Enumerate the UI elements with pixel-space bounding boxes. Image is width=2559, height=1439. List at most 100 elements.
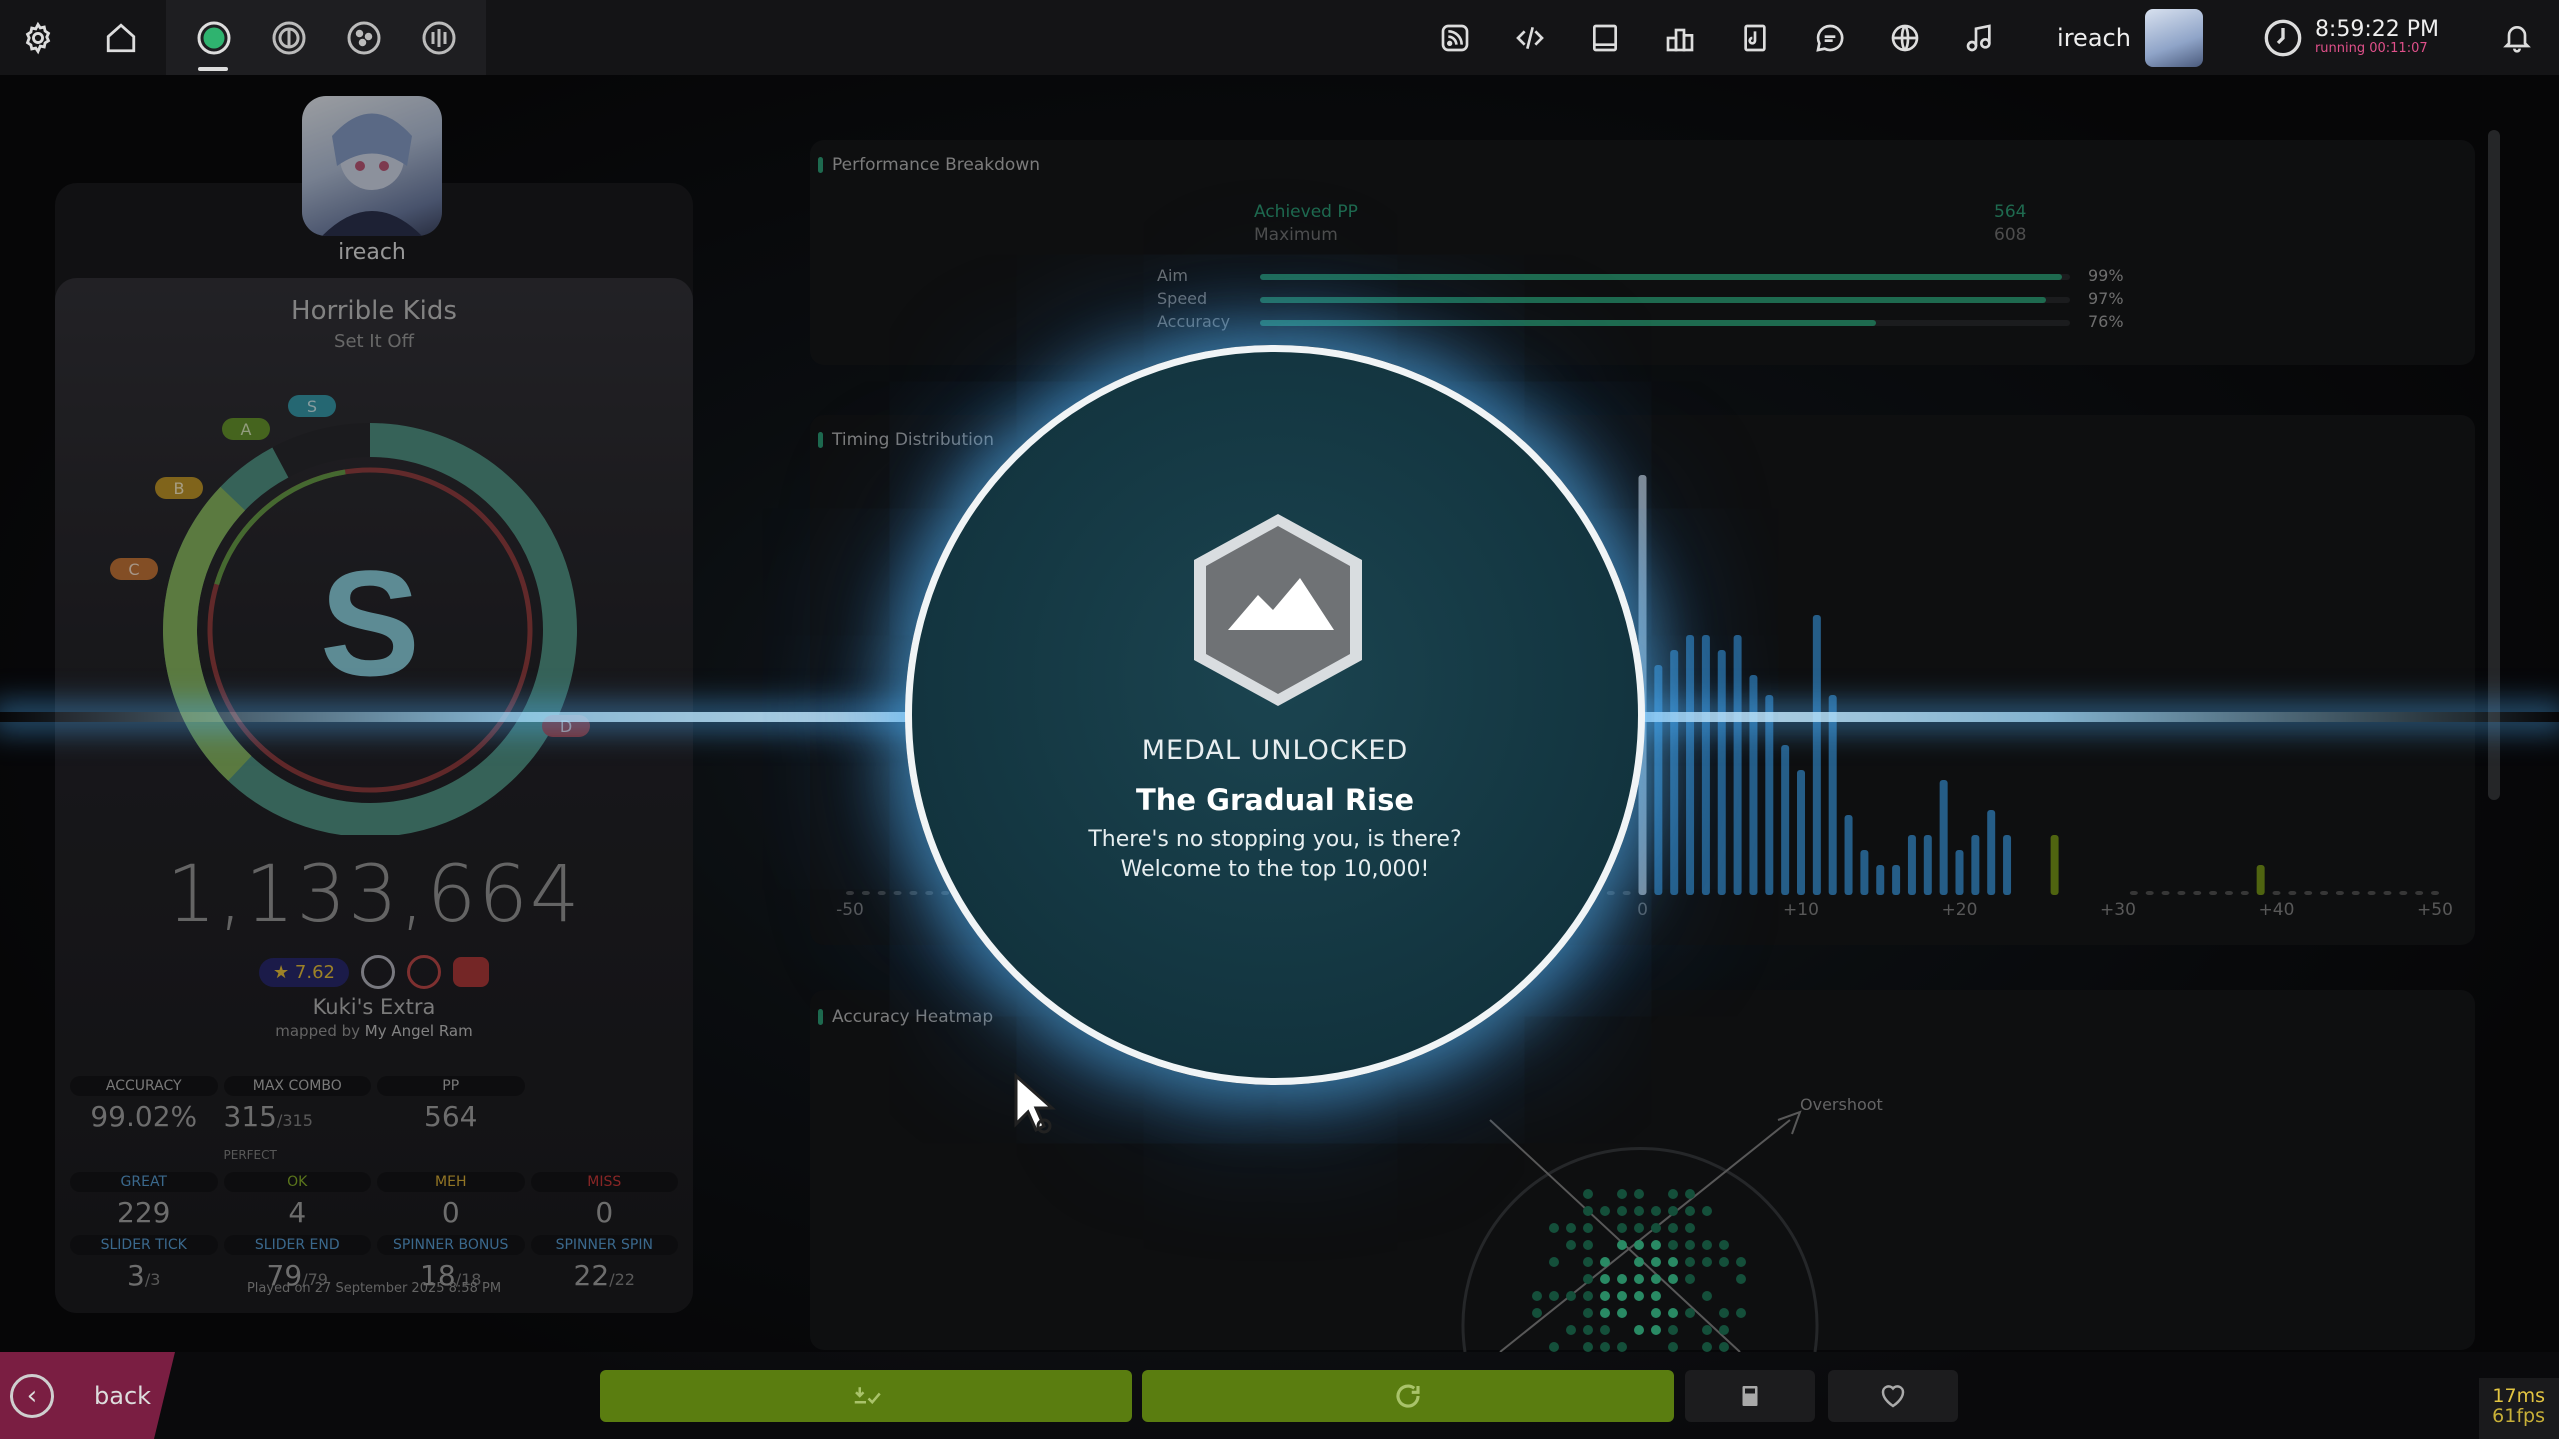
medal-popup[interactable] bbox=[905, 345, 1645, 1085]
refresh-icon bbox=[1393, 1381, 1423, 1411]
medal-name: The Gradual Rise bbox=[905, 783, 1645, 817]
heatmap-dot bbox=[1719, 1257, 1729, 1267]
stat-label: PP bbox=[377, 1076, 525, 1096]
rankings-icon[interactable] bbox=[1642, 0, 1717, 75]
combo-max: /315 bbox=[277, 1111, 313, 1130]
performance-title: Performance Breakdown bbox=[818, 155, 1040, 175]
difficulty-name: Kuki's Extra bbox=[55, 995, 693, 1019]
star-rating: ★ 7.62 bbox=[259, 958, 349, 987]
heatmap-dot bbox=[1702, 1325, 1712, 1335]
save-replay-button[interactable] bbox=[600, 1370, 1132, 1422]
globe-icon[interactable] bbox=[1867, 0, 1942, 75]
heatmap-dot bbox=[1651, 1223, 1661, 1233]
code-icon[interactable] bbox=[1492, 0, 1567, 75]
mapper-name[interactable]: My Angel Ram bbox=[365, 1022, 473, 1040]
stat-value: 564 bbox=[424, 1100, 477, 1133]
heatmap-dot bbox=[1736, 1274, 1746, 1284]
stat-value: 4 bbox=[288, 1196, 306, 1229]
rank-marker-a: A bbox=[241, 420, 252, 439]
timing-bar bbox=[2383, 891, 2391, 895]
clock[interactable]: 8:59:22 PM running 00:11:07 bbox=[2263, 18, 2439, 58]
heatmap-dot bbox=[1651, 1274, 1661, 1284]
heatmap-dot bbox=[1685, 1308, 1695, 1318]
player-avatar[interactable] bbox=[302, 96, 442, 236]
mod-classic-icon[interactable] bbox=[361, 955, 395, 989]
fps: 61fps bbox=[2479, 1406, 2545, 1426]
settings-icon[interactable] bbox=[0, 0, 75, 75]
heatmap-dot bbox=[1719, 1240, 1729, 1250]
heatmap-dot bbox=[1617, 1240, 1627, 1250]
medal-description-line-1: There's no stopping you, is there? bbox=[905, 825, 1645, 855]
mod-hardrock-icon[interactable] bbox=[407, 955, 441, 989]
toolbar-avatar bbox=[2145, 9, 2203, 67]
music-icon[interactable] bbox=[1942, 0, 2017, 75]
timing-bar bbox=[1908, 835, 1916, 895]
user-button[interactable]: ireach bbox=[2057, 9, 2203, 67]
heatmap-dot bbox=[1583, 1240, 1593, 1250]
heatmap-dot bbox=[1583, 1206, 1593, 1216]
latency: 17ms bbox=[2479, 1386, 2545, 1406]
timing-bar bbox=[941, 891, 949, 895]
favourite-button[interactable] bbox=[1828, 1370, 1958, 1422]
home-icon[interactable] bbox=[83, 0, 158, 75]
heatmap-dot bbox=[1702, 1206, 1712, 1216]
rank-grade: S bbox=[320, 539, 420, 707]
mod-doubletime-icon[interactable] bbox=[453, 957, 489, 987]
heatmap-dot bbox=[1600, 1206, 1610, 1216]
heatmap-dot bbox=[1702, 1342, 1712, 1352]
timing-tick-label: 0 bbox=[1637, 900, 1648, 920]
heatmap-dot bbox=[1719, 1342, 1729, 1352]
pp-bar-value: 97% bbox=[2088, 289, 2124, 308]
heatmap-dot bbox=[1702, 1257, 1712, 1267]
heatmap-dot bbox=[1736, 1308, 1746, 1318]
heatmap-dot bbox=[1668, 1240, 1678, 1250]
wiki-icon[interactable] bbox=[1567, 0, 1642, 75]
stat-value: 99.02% bbox=[90, 1100, 197, 1133]
timing-bar bbox=[2225, 891, 2233, 895]
chat-icon[interactable] bbox=[1792, 0, 1867, 75]
stat-label: SLIDER TICK bbox=[70, 1235, 218, 1255]
timing-bar bbox=[2431, 891, 2439, 895]
timing-bar bbox=[1654, 665, 1662, 895]
heatmap-dot bbox=[1685, 1257, 1695, 1267]
ruleset-catch-icon[interactable] bbox=[326, 0, 401, 75]
collection-button[interactable] bbox=[1685, 1370, 1815, 1422]
player-name[interactable]: ireach bbox=[302, 240, 442, 265]
heatmap-dot bbox=[1617, 1206, 1627, 1216]
rank-marker-c: C bbox=[128, 560, 139, 579]
beatmap-listing-icon[interactable] bbox=[1717, 0, 1792, 75]
ruleset-selector bbox=[166, 0, 486, 75]
pp-bar-label: Accuracy bbox=[1157, 312, 1230, 331]
timing-bar bbox=[1623, 891, 1631, 895]
back-button[interactable]: ‹ back bbox=[0, 1352, 175, 1439]
timing-bar bbox=[1797, 770, 1805, 895]
retry-button[interactable] bbox=[1142, 1370, 1674, 1422]
maximum-pp-label: Maximum bbox=[1254, 225, 1338, 245]
timing-bar bbox=[1765, 695, 1773, 895]
stat-value: 315/315 PERFECT bbox=[224, 1100, 372, 1166]
achieved-pp-label: Achieved PP bbox=[1254, 202, 1358, 222]
notifications-icon[interactable] bbox=[2479, 0, 2554, 75]
timing-tick-label: +20 bbox=[1942, 900, 1978, 920]
ruleset-mania-icon[interactable] bbox=[401, 0, 476, 75]
heatmap-dot bbox=[1532, 1308, 1542, 1318]
timing-bar bbox=[1971, 835, 1979, 895]
ruleset-osu-icon[interactable] bbox=[176, 0, 251, 75]
heatmap-dot bbox=[1719, 1325, 1729, 1335]
heatmap-dot bbox=[1651, 1291, 1661, 1301]
timing-bar bbox=[1813, 615, 1821, 895]
news-icon[interactable] bbox=[1417, 0, 1492, 75]
timing-bar bbox=[2415, 891, 2423, 895]
stat-label: OK bbox=[224, 1172, 372, 1192]
heatmap-dot bbox=[1583, 1325, 1593, 1335]
stat-value: 0 bbox=[442, 1196, 460, 1229]
pp-bar-fill bbox=[1260, 274, 2062, 280]
heatmap-dot bbox=[1549, 1342, 1559, 1352]
ruleset-taiko-icon[interactable] bbox=[251, 0, 326, 75]
heatmap-dot bbox=[1583, 1291, 1593, 1301]
heatmap-dot bbox=[1634, 1257, 1644, 1267]
medal-header: MEDAL UNLOCKED bbox=[905, 735, 1645, 766]
medal-description: There's no stopping you, is there? Welco… bbox=[905, 825, 1645, 885]
scrollbar[interactable] bbox=[2488, 130, 2500, 800]
heatmap-dot bbox=[1634, 1189, 1644, 1199]
